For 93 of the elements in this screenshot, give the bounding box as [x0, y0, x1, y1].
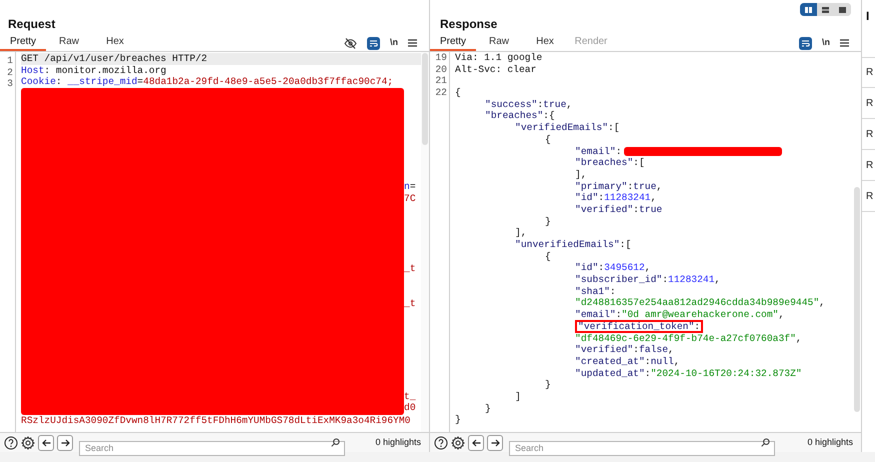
wrap-lines-icon[interactable] — [799, 36, 812, 50]
side-item[interactable]: R — [862, 181, 875, 212]
layout-button[interactable] — [800, 3, 817, 16]
code-line: "sha1": — [575, 286, 616, 298]
line-number: 20 — [434, 64, 447, 76]
code-line: "email":"0d amr@wearehackerone.com", — [575, 309, 784, 321]
code-line: "verified":false, — [575, 344, 674, 356]
code-line: "verification_token": — [578, 322, 700, 332]
settings-icon[interactable] — [21, 436, 35, 450]
code-line: "primary":true, — [575, 180, 662, 192]
search-icon — [761, 438, 770, 447]
code-line: n= — [404, 181, 416, 193]
left-arrow-icon — [42, 438, 50, 446]
wrap-lines-icon[interactable] — [367, 36, 380, 50]
newline-toggle[interactable]: \n — [822, 36, 830, 50]
code-line: RSzlzUJdisA3090ZfDvwn8lH7R772ff5tFDhH6mYUMbGS78dLtiExMK9a3o4Ri96YM0 — [21, 415, 411, 427]
square-icon — [839, 6, 846, 12]
columns-icon — [805, 6, 812, 12]
left-arrow-icon — [472, 438, 480, 446]
line-number: 1 — [6, 55, 13, 67]
code-line: _t — [404, 262, 416, 274]
code-line: 7C — [404, 192, 416, 205]
side-item[interactable]: R — [862, 119, 875, 150]
code-line: "verified":true — [575, 204, 662, 216]
menu-icon[interactable] — [408, 39, 417, 47]
code-line: d0 — [404, 402, 416, 414]
view-tab[interactable]: Hex — [92, 35, 138, 51]
right-arrow-icon — [490, 438, 500, 446]
code-line: Alt-Svc: clear — [455, 64, 536, 76]
code-line: t_ — [404, 390, 416, 402]
code-line: "created_at":null, — [575, 356, 680, 368]
side-item[interactable]: R — [862, 150, 875, 181]
code-line: "success":true, — [485, 98, 572, 110]
panel-title: Request — [8, 16, 56, 33]
search-icon — [331, 438, 340, 447]
newline-toggle[interactable]: \n — [390, 36, 398, 50]
code-line: "id":3495612, — [575, 262, 651, 274]
code-line: { — [545, 134, 551, 146]
code-line: } — [545, 216, 551, 228]
view-tab[interactable]: Raw — [46, 35, 92, 51]
code-line: Host: monitor.mozilla.org — [21, 64, 166, 76]
help-icon[interactable] — [4, 436, 18, 450]
code-line: ], — [575, 168, 587, 181]
code-line: "breaches":[ — [575, 157, 645, 169]
back-button[interactable] — [38, 434, 54, 450]
code-line: "df48469c-6e29-4f9f-b74e-a27cf0760a3f", — [575, 332, 802, 344]
rows-icon — [822, 6, 829, 12]
code-line: } — [545, 379, 551, 391]
panel-title: Response — [440, 16, 498, 33]
line-number: 19 — [434, 52, 447, 64]
search-field[interactable]: Search — [79, 440, 345, 456]
code-line: "d248816357e254aa812ad2946cdda34b989e9445", — [575, 297, 825, 310]
side-item[interactable]: R — [862, 88, 875, 119]
line-number: 3 — [6, 78, 13, 90]
settings-icon[interactable] — [451, 436, 465, 450]
code-line: "updated_at":"2024-10-16T20:24:32.873Z" — [575, 368, 802, 380]
highlights-count: 0 highlights — [375, 436, 421, 449]
menu-icon[interactable] — [840, 39, 849, 47]
forward-button[interactable] — [57, 434, 73, 450]
view-tab[interactable]: Raw — [476, 35, 522, 51]
right-arrow-icon — [60, 438, 70, 446]
panel-title: I — [865, 8, 870, 25]
line-number: 21 — [434, 75, 447, 88]
code-line: ], — [515, 227, 527, 240]
side-item[interactable]: R — [862, 57, 875, 88]
code-line: "unverifiedEmails":[ — [515, 239, 632, 251]
back-button[interactable] — [468, 434, 484, 450]
help-icon[interactable] — [434, 436, 448, 450]
search-field[interactable]: Search — [509, 440, 775, 456]
code-line: { — [455, 87, 461, 99]
code-line: "id":11283241, — [575, 192, 656, 204]
code-line: } — [485, 402, 491, 414]
highlights-count: 0 highlights — [807, 436, 853, 449]
code-line: _t — [404, 298, 416, 310]
code-line: "breaches":{ — [485, 110, 555, 122]
line-number: 22 — [434, 87, 447, 99]
code-line: Cookie: __stripe_mid=48da1b2a-29fd-48e9-a5e5-20a0db3f7ffac90c74; — [21, 76, 394, 88]
code-line: Via: 1.1 google — [455, 52, 542, 64]
code-line: { — [545, 250, 551, 262]
code-line: "subscriber_id":11283241, — [575, 274, 720, 286]
scrollbar-thumb[interactable] — [422, 53, 428, 145]
line-number: 2 — [6, 66, 13, 78]
code-line: "verifiedEmails":[ — [515, 122, 620, 134]
code-line: } — [455, 414, 461, 426]
forward-button[interactable] — [487, 434, 503, 450]
scrollbar-thumb[interactable] — [854, 187, 860, 412]
eye-slash-icon[interactable] — [344, 38, 357, 48]
view-tab[interactable]: Pretty — [0, 35, 46, 51]
code-line: GET /api/v1/user/breaches HTTP/2 — [21, 53, 208, 65]
code-line: "email": — [575, 146, 622, 158]
view-tab[interactable]: Pretty — [430, 35, 476, 51]
code-line: ] — [515, 390, 521, 403]
view-tab[interactable]: Hex — [522, 35, 568, 51]
